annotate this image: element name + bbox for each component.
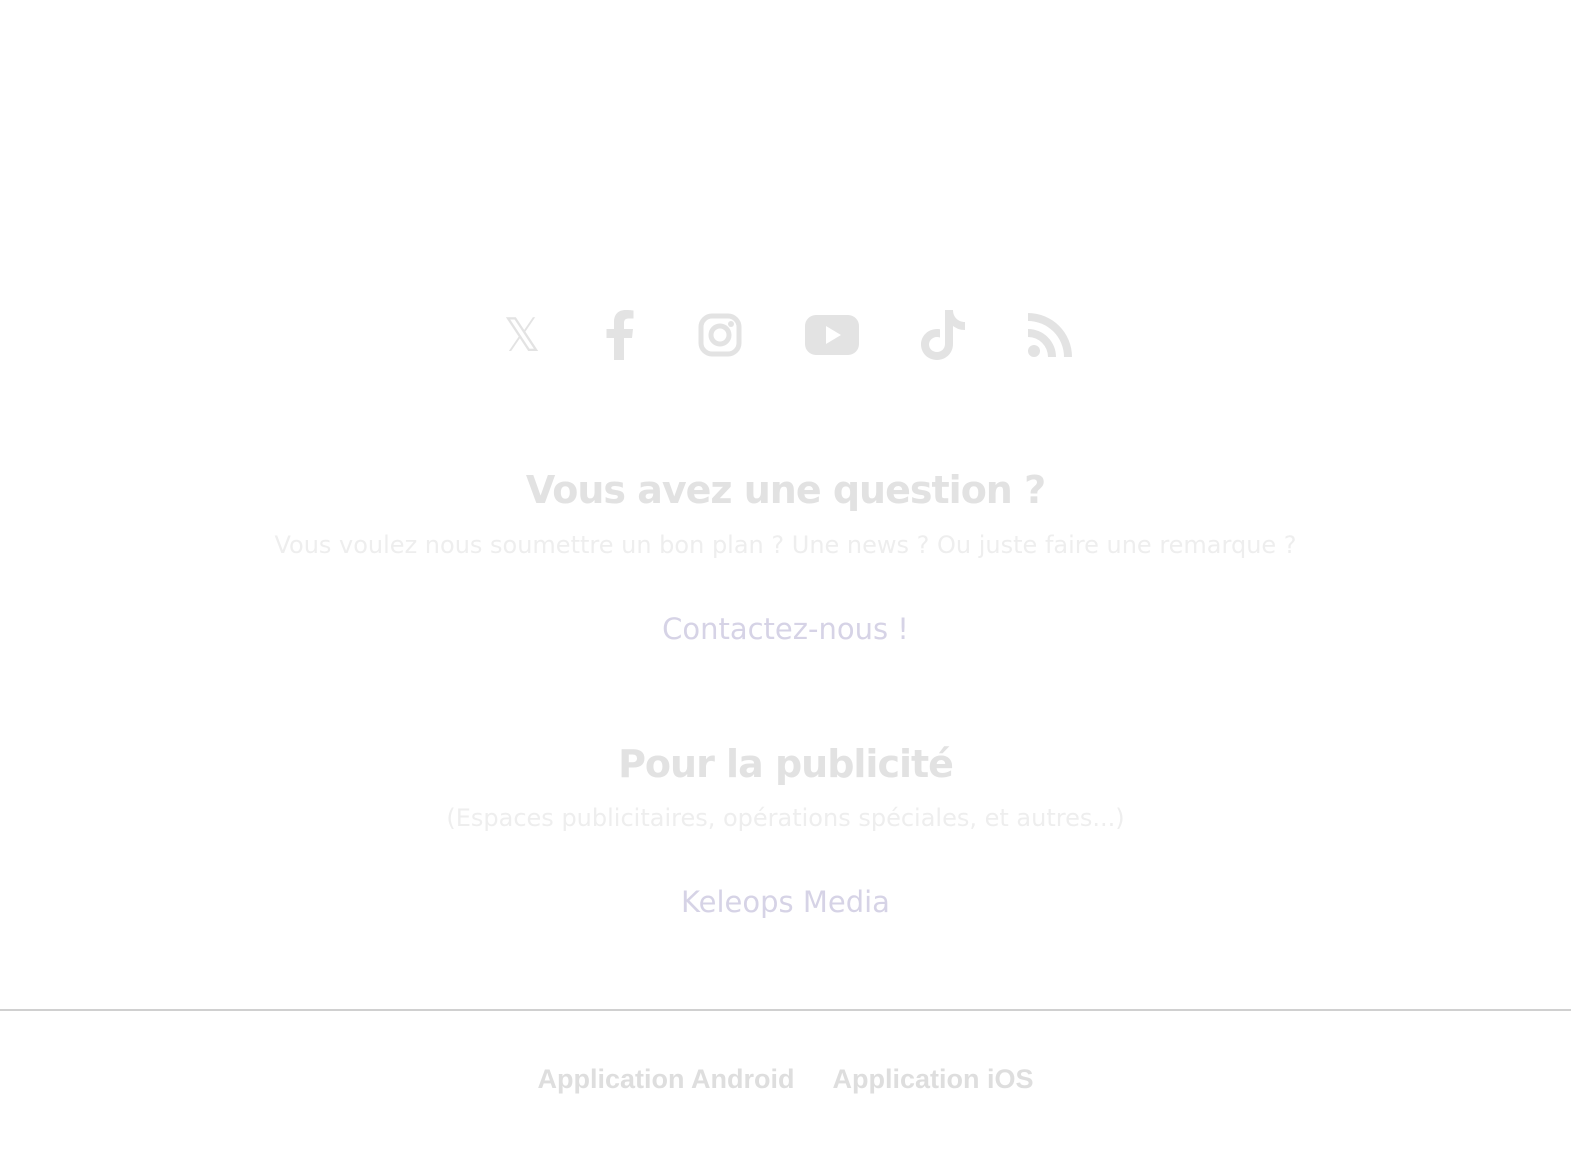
footer-divider xyxy=(0,1009,1571,1011)
facebook-icon xyxy=(606,310,634,360)
app-links: Application Android Application iOS xyxy=(0,1064,1571,1095)
contact-subtitle: Vous voulez nous soumettre un bon plan ?… xyxy=(274,531,1297,559)
social-links: 𝕏 xyxy=(0,305,1571,365)
instagram-icon xyxy=(698,313,742,357)
x-twitter-icon: 𝕏 xyxy=(503,308,541,362)
youtube-icon xyxy=(805,315,859,355)
contact-title: Vous avez une question ? xyxy=(525,468,1046,512)
keleops-media-link[interactable]: Keleops Media xyxy=(0,885,1571,919)
instagram-link[interactable] xyxy=(694,305,746,365)
android-app-link[interactable]: Application Android xyxy=(538,1064,795,1095)
x-twitter-link[interactable]: 𝕏 xyxy=(497,305,547,365)
facebook-link[interactable] xyxy=(598,305,642,365)
youtube-link[interactable] xyxy=(802,305,862,365)
advertising-title: Pour la publicité xyxy=(618,742,954,786)
contact-link[interactable]: Contactez-nous ! xyxy=(0,612,1571,646)
advertising-subtitle: (Espaces publicitaires, opérations spéci… xyxy=(446,804,1125,832)
rss-icon xyxy=(1028,313,1072,357)
tiktok-icon xyxy=(921,310,965,360)
ios-app-link[interactable]: Application iOS xyxy=(832,1064,1033,1095)
tiktok-link[interactable] xyxy=(917,305,969,365)
rss-link[interactable] xyxy=(1024,305,1076,365)
